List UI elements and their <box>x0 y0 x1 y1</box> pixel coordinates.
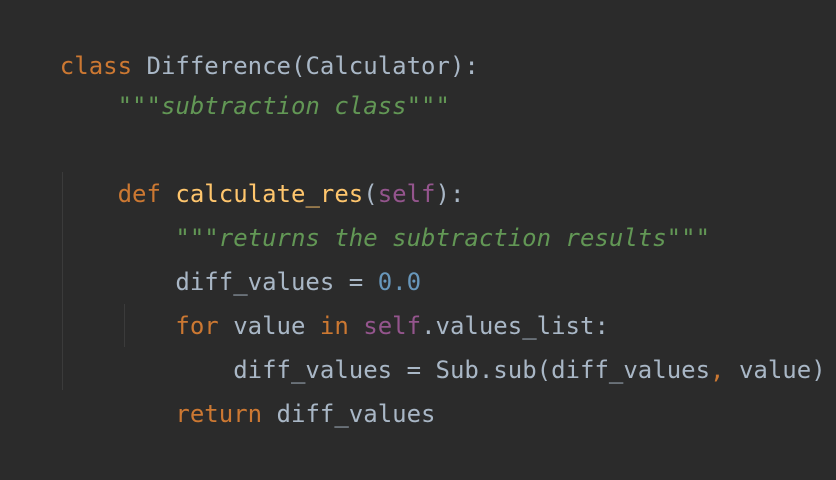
docstring: """subtraction class""" <box>117 92 450 120</box>
call-args-rest: value) <box>724 356 826 384</box>
code-editor[interactable]: class Difference(Calculator): """subtrac… <box>0 0 836 428</box>
code-line-class-docstring[interactable]: """subtraction class""" <box>2 40 450 120</box>
code-line-for-loop[interactable]: for value in self.values_list: <box>2 260 609 340</box>
function-call: Sub.sub(diff_values <box>435 356 711 384</box>
comma: , <box>710 356 725 384</box>
code-line-class-declaration[interactable]: class Difference(Calculator): <box>2 0 479 80</box>
code-line-assignment[interactable]: diff_values = 0.0 <box>2 216 421 296</box>
keyword-return: return <box>175 400 263 428</box>
code-line-return[interactable]: return diff_values <box>2 348 435 428</box>
return-value: diff_values <box>276 400 436 428</box>
code-line-method-docstring[interactable]: """returns the subtraction results""" <box>2 172 710 252</box>
code-line-loop-body[interactable]: diff_values = Sub.sub(diff_values, value… <box>2 304 825 384</box>
paren-close-colon: ): <box>449 52 479 80</box>
code-line-def[interactable]: def calculate_res(self): <box>2 128 465 208</box>
